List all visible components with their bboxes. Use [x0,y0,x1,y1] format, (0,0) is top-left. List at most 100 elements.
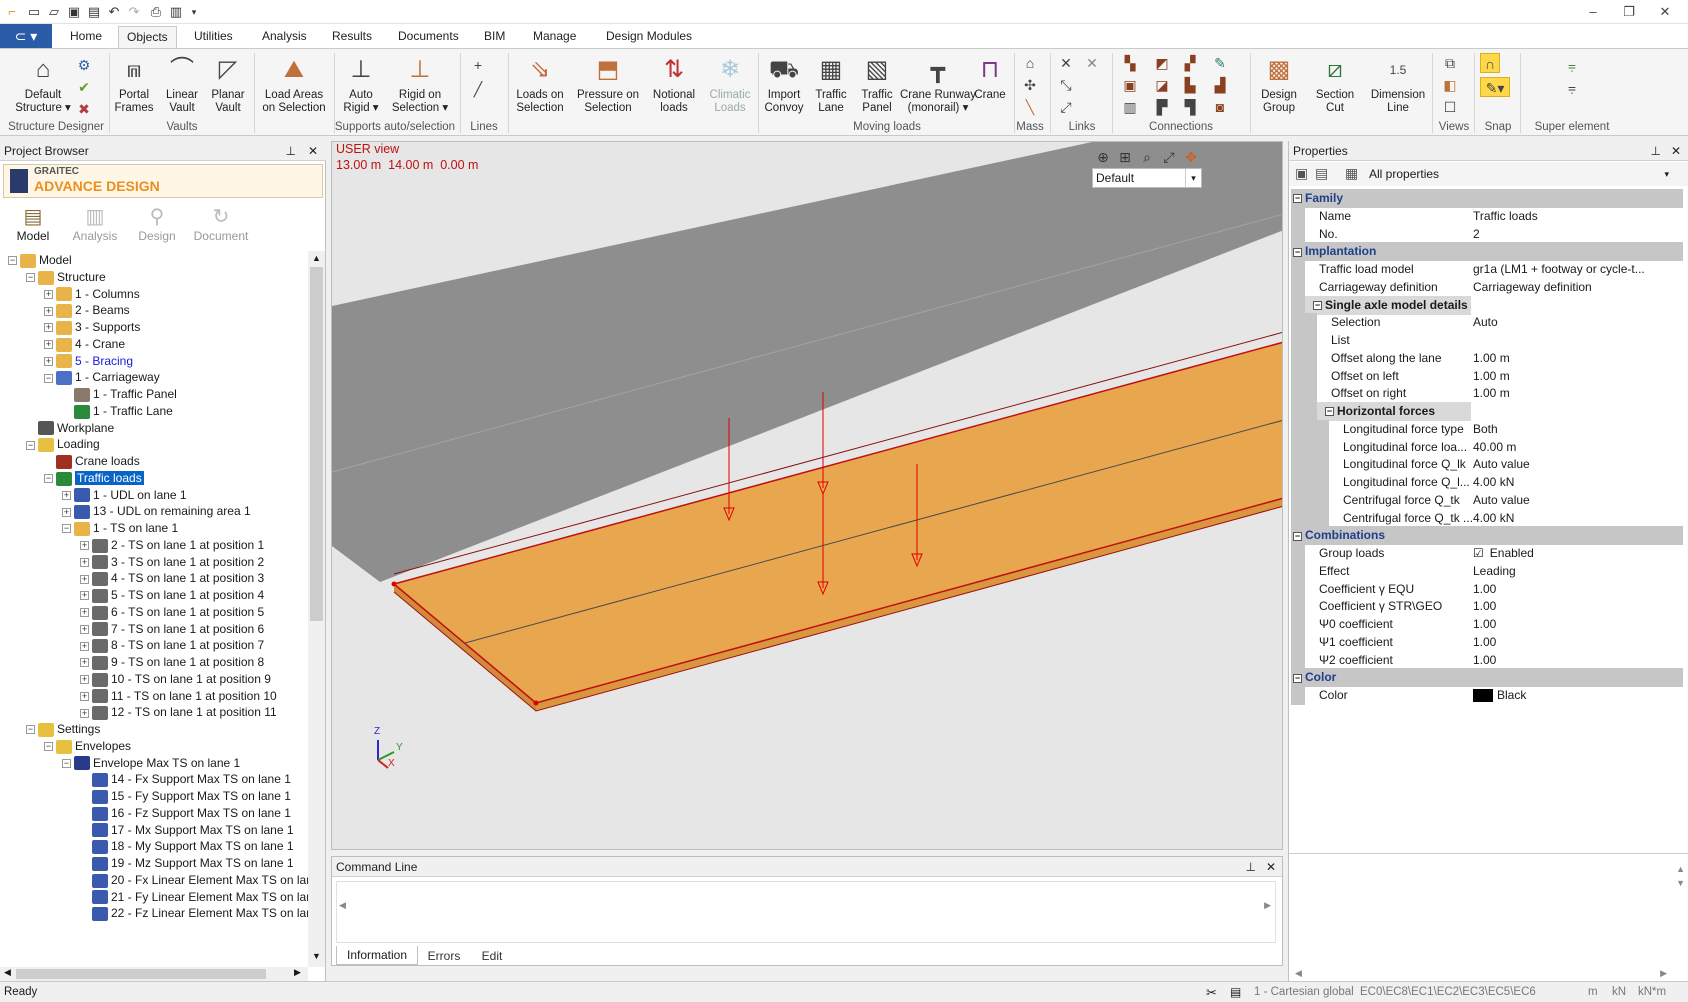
close-icon[interactable]: ✕ [308,141,318,161]
mode-analysis-button[interactable]: ▥ Analysis [64,205,126,243]
default-structure-button[interactable]: ⌂ Default Structure ▾ [14,53,72,115]
snap-settings-icon[interactable]: ✎▾ [1480,77,1510,97]
property-value[interactable]: 1.00 [1471,633,1683,652]
collapse-icon[interactable]: − [26,725,35,735]
zoom-fit-icon[interactable]: ⤢ [1158,146,1180,168]
collapse-icon[interactable]: − [26,440,35,450]
close-icon[interactable]: ✕ [1671,141,1681,161]
tree-horizontal-scrollbar[interactable]: ◀ ▶ [0,967,308,981]
tree-node[interactable]: 15 - Fy Support Max TS on lane 1 [80,787,291,805]
expand-icon[interactable]: + [80,624,89,634]
property-value[interactable]: Leading [1471,562,1683,581]
tree-node[interactable]: +7 - TS on lane 1 at position 6 [80,620,264,638]
traffic-lane-button[interactable]: ▦ Traffic Lane [808,53,854,115]
property-row[interactable]: Coefficient γ EQU 1.00 [1291,579,1683,599]
view-2-icon[interactable]: ◧ [1440,75,1460,95]
expand-icon[interactable]: + [44,356,53,366]
tree-node[interactable]: 14 - Fx Support Max TS on lane 1 [80,770,291,788]
save-icon[interactable]: ▣ [66,4,82,20]
property-row[interactable]: Offset on right 1.00 m [1291,384,1683,404]
collapse-icon[interactable]: − [1293,247,1302,257]
collapse-icon[interactable]: − [62,758,71,768]
property-row[interactable]: Name Traffic loads [1291,206,1683,226]
chevron-down-icon[interactable]: ▾ [1664,165,1669,183]
super-element-2-icon[interactable]: ⩦ [1562,77,1582,97]
new-icon[interactable]: ▭ [26,4,42,20]
dropdown-icon[interactable]: ▾ [186,4,202,20]
property-value[interactable]: 40.00 m [1471,438,1683,457]
tree-node[interactable]: 22 - Fz Linear Element Max TS on lar [80,904,308,922]
property-row[interactable]: Ψ0 coefficient 1.00 [1291,615,1683,634]
link-rigid-icon[interactable]: ✕ [1056,53,1076,73]
expand-icon[interactable]: + [80,608,89,618]
scroll-thumb[interactable] [310,267,323,621]
expand-icon[interactable]: + [80,541,89,551]
property-row[interactable]: Ψ2 coefficient 1.00 [1291,650,1683,670]
load-areas-button[interactable]: ⛰ Load Areas on Selection [258,53,330,115]
tab-errors[interactable]: Errors [420,947,468,965]
tree-node[interactable]: +10 - TS on lane 1 at position 9 [80,670,271,688]
copy-props-icon[interactable]: ▤ [1315,165,1328,182]
property-value[interactable]: Auto value [1471,455,1683,474]
model-viewport[interactable]: USER view 13.00 m 14.00 m 0.00 m ⊕ ⊞ ⌕ ⤢… [331,141,1283,850]
tree-node[interactable]: − Traffic loads [44,469,144,487]
tab-information[interactable]: Information [336,946,418,965]
expand-icon[interactable]: + [80,658,89,668]
tree-node[interactable]: 17 - Mx Support Max TS on lane 1 [80,821,294,839]
dimension-line-button[interactable]: 1.5 Dimension Line [1366,53,1430,115]
pressure-on-selection-button[interactable]: ⬒ Pressure on Selection [572,53,644,115]
connection-11-icon[interactable]: ▜ [1180,97,1200,117]
unit-moment[interactable]: kN*m [1638,982,1666,1002]
close-icon[interactable]: ✕ [1650,2,1680,22]
connection-9-icon[interactable]: ▥ [1120,97,1140,117]
connection-3-icon[interactable]: ▞ [1180,53,1200,73]
collapse-icon[interactable]: − [26,273,35,283]
unit-length[interactable]: m [1588,982,1598,1002]
tree-node[interactable]: − 1 - TS on lane 1 [62,519,178,537]
connection-7-icon[interactable]: ▙ [1180,75,1200,95]
property-row[interactable]: List [1291,331,1683,350]
tree-node[interactable]: +3 - Supports [44,318,140,336]
tree-node[interactable]: +5 - Bracing [44,352,133,370]
property-value[interactable]: 4.00 kN [1471,473,1683,492]
property-value[interactable]: 1.00 [1471,615,1683,634]
tree-node[interactable]: +12 - TS on lane 1 at position 11 [80,703,277,721]
redo-icon[interactable]: ↷ [126,4,142,20]
filter-icon[interactable]: ▦ [1345,165,1358,182]
property-row[interactable]: Group loads ☑ Enabled [1291,544,1683,563]
expand-icon[interactable]: + [62,507,71,517]
tab-utilities[interactable]: Utilities [186,26,241,48]
command-output-area[interactable]: ◀ ▶ [336,881,1276,943]
property-row[interactable]: Offset along the lane 1.00 m [1291,348,1683,368]
tab-manage[interactable]: Manage [525,26,584,48]
orbit-icon[interactable]: ✥ [1180,146,1202,168]
connection-12-icon[interactable]: ◙ [1210,97,1230,117]
connection-4-icon[interactable]: ✎ [1210,53,1230,73]
tree-node[interactable]: +1 - UDL on lane 1 [62,486,187,504]
open-icon[interactable]: ▱ [46,4,62,20]
tree-node[interactable]: +1 - Columns [44,285,140,303]
scroll-left-icon[interactable]: ◀ [4,967,11,978]
property-category[interactable]: − Combinations [1291,526,1683,546]
tree-node[interactable]: 18 - My Support Max TS on lane 1 [80,837,294,855]
connection-10-icon[interactable]: ▛ [1152,97,1172,117]
link-hinge-icon[interactable]: ⤢ [1056,97,1076,117]
connection-6-icon[interactable]: ◪ [1152,75,1172,95]
expand-icon[interactable]: + [80,691,89,701]
expand-icon[interactable]: + [62,490,71,500]
tab-design-modules[interactable]: Design Modules [598,26,700,48]
application-menu-button[interactable]: ⊂ ▾ [0,24,52,48]
mass-point-icon[interactable]: ✣ [1020,75,1040,95]
design-group-button[interactable]: ▩ Design Group [1256,53,1302,115]
tree-node[interactable]: +13 - UDL on remaining area 1 [62,502,251,520]
tree-node[interactable]: − 1 - Carriageway [44,368,160,386]
property-row[interactable]: Ψ1 coefficient 1.00 [1291,632,1683,652]
snap-magnet-icon[interactable]: ∩ [1480,53,1500,73]
mode-design-button[interactable]: ⚲ Design [126,205,188,243]
expand-icon[interactable]: + [80,557,89,567]
chevron-down-icon[interactable]: ▾ [1185,169,1201,187]
tree-node[interactable]: Crane loads [44,452,140,470]
tree-node[interactable]: 19 - Mz Support Max TS on lane 1 [80,854,294,872]
tree-node[interactable]: Workplane [26,419,114,437]
save-props-icon[interactable]: ▣ [1295,165,1308,182]
